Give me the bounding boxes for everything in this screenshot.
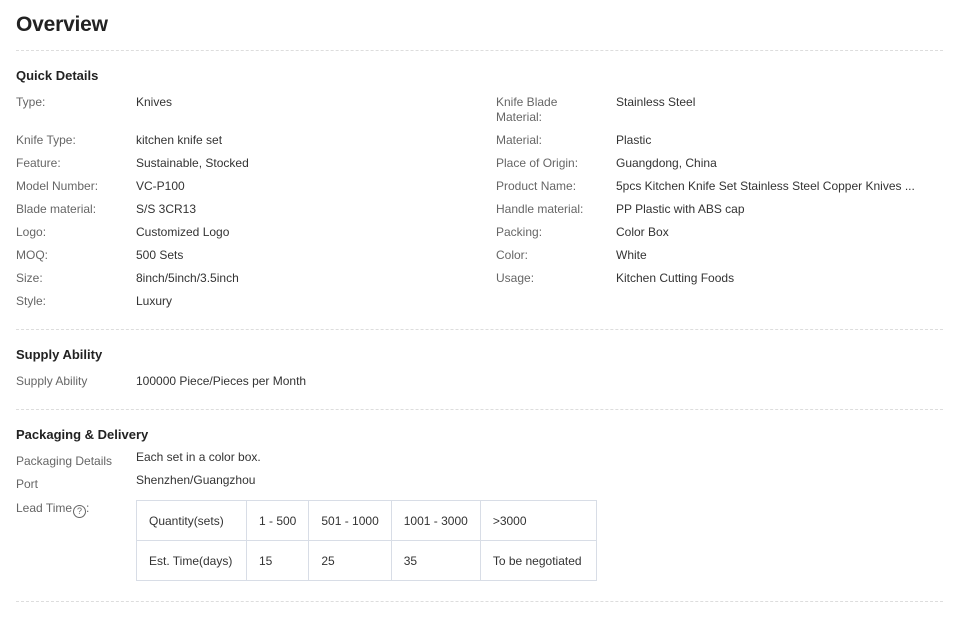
knife-blade-material-label-line2: Material: — [496, 110, 543, 124]
knife-type-label: Knife Type: — [16, 133, 76, 147]
supply-ability-value: 100000 Piece/Pieces per Month — [136, 374, 307, 388]
style-label: Style: — [16, 294, 47, 308]
table-cell: 15 — [245, 540, 310, 581]
model-number-label: Model Number: — [16, 179, 99, 193]
packaging-details-label: Packaging Details — [16, 454, 113, 468]
color-label: Color: — [496, 248, 529, 262]
handle-material-label: Handle material: — [496, 202, 584, 216]
lead-time-colon: : — [86, 501, 90, 515]
lead-time-label-text: Lead Time — [16, 501, 73, 515]
place-of-origin-value: Guangdong, China — [616, 156, 717, 170]
feature-value: Sustainable, Stocked — [136, 156, 249, 170]
port-label: Port — [16, 477, 39, 491]
table-cell: 35 — [390, 540, 481, 581]
feature-label: Feature: — [16, 156, 61, 170]
logo-label: Logo: — [16, 225, 47, 239]
divider — [16, 409, 943, 410]
table-cell: >3000 — [479, 500, 597, 541]
knife-blade-material-label-line1: Knife Blade — [496, 95, 558, 109]
type-label: Type: — [16, 95, 46, 109]
type-value: Knives — [136, 95, 173, 109]
usage-label: Usage: — [496, 271, 535, 285]
table-cell: 1 - 500 — [245, 500, 310, 541]
blade-material-label: Blade material: — [16, 202, 97, 216]
material-value: Plastic — [616, 133, 652, 147]
supply-ability-label: Supply Ability — [16, 374, 88, 388]
logo-value: Customized Logo — [136, 225, 230, 239]
table-cell: 1001 - 3000 — [390, 500, 481, 541]
place-of-origin-label: Place of Origin: — [496, 156, 579, 170]
knife-type-value: kitchen knife set — [136, 133, 223, 147]
knife-blade-material-label: Knife Blade Material: — [496, 95, 606, 125]
table-row: Quantity(sets) 1 - 500 501 - 1000 1001 -… — [136, 500, 597, 541]
packaging-delivery-heading: Packaging & Delivery — [16, 427, 149, 442]
quick-details-heading: Quick Details — [16, 68, 99, 83]
lead-time-table: Quantity(sets) 1 - 500 501 - 1000 1001 -… — [136, 500, 597, 581]
table-cell: 25 — [308, 540, 392, 581]
lead-time-label: Lead Time?: — [16, 501, 126, 518]
table-cell: 501 - 1000 — [308, 500, 392, 541]
product-overview-page: Overview Quick Details Type: Knives Knif… — [0, 0, 960, 618]
table-cell: To be negotiated — [479, 540, 597, 581]
model-number-value: VC-P100 — [136, 179, 185, 193]
size-value: 8inch/5inch/3.5inch — [136, 271, 239, 285]
table-cell: Quantity(sets) — [136, 500, 247, 541]
help-icon[interactable]: ? — [73, 505, 87, 518]
packing-value: Color Box — [616, 225, 669, 239]
table-cell: Est. Time(days) — [136, 540, 247, 581]
packing-label: Packing: — [496, 225, 543, 239]
style-value: Luxury — [136, 294, 173, 308]
usage-value: Kitchen Cutting Foods — [616, 271, 735, 285]
moq-label: MOQ: — [16, 248, 48, 262]
divider — [16, 329, 943, 330]
packaging-details-value: Each set in a color box. — [136, 450, 261, 464]
product-name-value: 5pcs Kitchen Knife Set Stainless Steel C… — [616, 179, 915, 193]
supply-ability-heading: Supply Ability — [16, 347, 103, 362]
moq-value: 500 Sets — [136, 248, 184, 262]
material-label: Material: — [496, 133, 543, 147]
table-row: Est. Time(days) 15 25 35 To be negotiate… — [136, 540, 597, 581]
divider — [16, 50, 943, 51]
handle-material-value: PP Plastic with ABS cap — [616, 202, 745, 216]
blade-material-value: S/S 3CR13 — [136, 202, 197, 216]
knife-blade-material-value: Stainless Steel — [616, 95, 696, 109]
color-value: White — [616, 248, 647, 262]
page-title: Overview — [16, 13, 108, 36]
product-name-label: Product Name: — [496, 179, 577, 193]
size-label: Size: — [16, 271, 43, 285]
port-value: Shenzhen/Guangzhou — [136, 473, 256, 487]
divider — [16, 601, 943, 602]
